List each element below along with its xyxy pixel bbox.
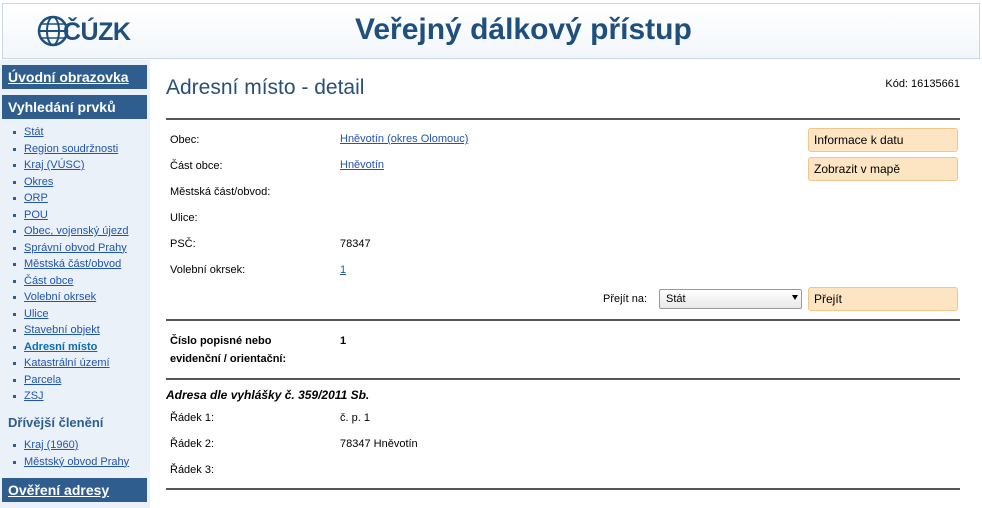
sidebar-item-stat: Stát — [0, 124, 150, 141]
divider — [166, 378, 960, 380]
sidebar-item-region: Region soudržnosti — [0, 141, 150, 158]
sidebar: Úvodní obrazovka Vyhledání prvků Stát Re… — [0, 60, 150, 508]
divider — [166, 488, 960, 490]
sidebar-item-katastralni-uzemi: Katastrální území — [0, 355, 150, 372]
line1-value: č. p. 1 — [340, 412, 370, 424]
cast-obce-value: Hněvotín — [340, 159, 384, 171]
sidebar-link[interactable]: Kraj (1960) — [24, 439, 78, 451]
sidebar-item-adresni-misto: Adresní místo — [0, 339, 150, 356]
obec-label: Obec: — [170, 134, 200, 146]
sidebar-link[interactable]: Stavební objekt — [24, 324, 100, 336]
cislo-label-line2: evidenční / orientační: — [170, 353, 287, 365]
sidebar-item-mestsky-obvod: Městský obvod Prahy — [0, 454, 150, 471]
sidebar-item-okres: Okres — [0, 174, 150, 191]
volebni-okrsek-value: 1 — [340, 264, 346, 276]
psc-value: 78347 — [340, 238, 371, 250]
page-header: ČÚZK Veřejný dálkový přístup — [2, 3, 980, 59]
page-title: Adresní místo - detail — [166, 76, 365, 99]
address-heading: Adresa dle vyhlášky č. 359/2011 Sb. — [166, 388, 370, 402]
sidebar-item-zsj: ZSJ — [0, 388, 150, 405]
sidebar-item-volebni-okrsek: Volební okrsek — [0, 289, 150, 306]
nav-verify-link[interactable]: Ověření adresy — [2, 478, 147, 502]
sidebar-link-active[interactable]: Adresní místo — [24, 341, 97, 353]
obec-value: Hněvotín (okres Olomouc) — [340, 133, 468, 145]
line2-label: Řádek 2: — [170, 438, 215, 450]
sidebar-item-kraj: Kraj (VÚSC) — [0, 157, 150, 174]
line1-label: Řádek 1: — [170, 412, 215, 424]
cislo-value: 1 — [340, 335, 347, 347]
sidebar-link[interactable]: Parcela — [24, 374, 61, 386]
ulice-label: Ulice: — [170, 212, 198, 224]
search-items-list: Stát Region soudržnosti Kraj (VÚSC) Okre… — [0, 124, 150, 405]
sidebar-item-cast-obce: Část obce — [0, 273, 150, 290]
cast-obce-label: Část obce: — [170, 160, 223, 172]
sidebar-item-spravni-obvod: Správní obvod Prahy — [0, 240, 150, 257]
sidebar-link[interactable]: Městská část/obvod — [24, 258, 121, 270]
nav-home-link[interactable]: Úvodní obrazovka — [2, 65, 147, 89]
nav-search-heading[interactable]: Vyhledání prvků — [2, 95, 147, 119]
goto-select-value: Stát — [666, 293, 686, 305]
sidebar-link[interactable]: Městský obvod Prahy — [24, 456, 129, 468]
sidebar-item-orp: ORP — [0, 190, 150, 207]
divider — [166, 319, 960, 321]
volebni-okrsek-label: Volební okrsek: — [170, 264, 246, 276]
former-items-list: Kraj (1960) Městský obvod Prahy — [0, 437, 150, 470]
line2-value: 78347 Hněvotín — [340, 438, 418, 450]
cislo-label-line1: Číslo popisné nebo — [170, 335, 272, 347]
sidebar-item-stavebni-objekt: Stavební objekt — [0, 322, 150, 339]
logo-text: ČÚZK — [63, 18, 131, 46]
go-button[interactable]: Přejít — [808, 287, 958, 311]
app-title: Veřejný dálkový přístup — [355, 13, 692, 46]
obec-link[interactable]: Hněvotín (okres Olomouc) — [340, 133, 468, 145]
line3-label: Řádek 3: — [170, 464, 215, 476]
sidebar-item-mestska-cast: Městská část/obvod — [0, 256, 150, 273]
sidebar-item-pou: POU — [0, 207, 150, 224]
sidebar-item-parcela: Parcela — [0, 372, 150, 389]
sidebar-link[interactable]: Volební okrsek — [24, 291, 96, 303]
chevron-down-icon — [792, 295, 798, 300]
sidebar-link[interactable]: Obec, vojenský újezd — [24, 225, 129, 237]
sidebar-link[interactable]: Stát — [24, 126, 44, 138]
volebni-okrsek-link[interactable]: 1 — [340, 264, 346, 276]
sidebar-link[interactable]: Okres — [24, 176, 53, 188]
sidebar-item-ulice: Ulice — [0, 306, 150, 323]
divider — [166, 118, 960, 120]
sidebar-item-kraj-1960: Kraj (1960) — [0, 437, 150, 454]
goto-label: Přejít na: — [603, 293, 648, 305]
former-division-heading: Dřívější členění — [8, 415, 104, 430]
sidebar-link[interactable]: Region soudržnosti — [24, 143, 118, 155]
sidebar-link[interactable]: Katastrální území — [24, 357, 110, 369]
psc-label: PSČ: — [170, 238, 196, 250]
sidebar-link[interactable]: ZSJ — [24, 390, 44, 402]
sidebar-link[interactable]: Kraj (VÚSC) — [24, 159, 85, 171]
show-map-button[interactable]: Zobrazit v mapě — [808, 157, 958, 181]
sidebar-link[interactable]: Část obce — [24, 275, 74, 287]
info-button[interactable]: Informace k datu — [808, 128, 958, 152]
sidebar-item-obec: Obec, vojenský újezd — [0, 223, 150, 240]
cuzk-logo[interactable]: ČÚZK — [37, 13, 131, 51]
sidebar-link[interactable]: Ulice — [24, 308, 48, 320]
sidebar-link[interactable]: Správní obvod Prahy — [24, 242, 127, 254]
goto-select[interactable]: Stát — [659, 289, 802, 309]
cast-obce-link[interactable]: Hněvotín — [340, 159, 384, 171]
sidebar-link[interactable]: POU — [24, 209, 48, 221]
record-code: Kód: 16135661 — [885, 78, 960, 90]
mestska-cast-label: Městská část/obvod: — [170, 186, 271, 198]
sidebar-link[interactable]: ORP — [24, 192, 48, 204]
